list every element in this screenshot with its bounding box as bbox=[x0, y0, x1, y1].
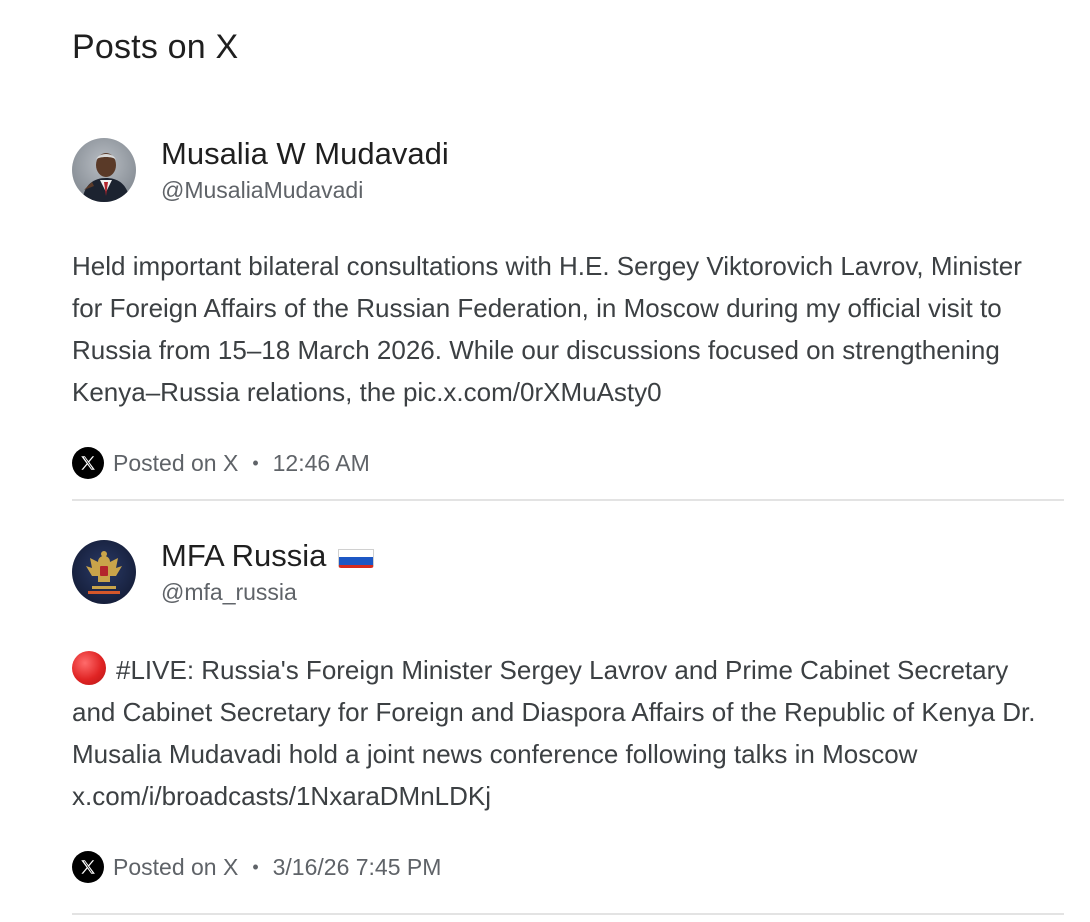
post-card[interactable]: Musalia W Mudavadi @MusaliaMudavadi Held… bbox=[72, 135, 1064, 480]
post-source: Posted on X bbox=[113, 853, 239, 880]
post-header: MFA Russia @mfa_russia bbox=[72, 537, 1064, 607]
post-header: Musalia W Mudavadi @MusaliaMudavadi bbox=[72, 135, 1064, 205]
coat-of-arms-avatar[interactable] bbox=[72, 540, 136, 604]
post-time[interactable]: 12:46 AM bbox=[273, 450, 370, 477]
post-meta: Posted on X • 3/16/26 7:45 PM bbox=[72, 850, 1064, 884]
red-circle-icon bbox=[72, 651, 106, 685]
x-logo-icon bbox=[72, 851, 104, 883]
post-divider bbox=[72, 913, 1064, 915]
post-time[interactable]: 3/16/26 7:45 PM bbox=[273, 854, 442, 881]
post-text-content: #LIVE: Russia's Foreign Minister Sergey … bbox=[72, 655, 1036, 811]
meta-separator: • bbox=[252, 856, 259, 877]
author-name-text: MFA Russia bbox=[161, 538, 327, 573]
author-name[interactable]: Musalia W Mudavadi bbox=[161, 135, 449, 173]
x-logo-icon bbox=[72, 447, 104, 479]
author-name[interactable]: MFA Russia bbox=[161, 537, 375, 575]
author-handle[interactable]: @MusaliaMudavadi bbox=[161, 175, 449, 205]
post-meta: Posted on X • 12:46 AM bbox=[72, 446, 1064, 480]
post-divider bbox=[72, 499, 1064, 501]
section-title: Posts on X bbox=[72, 28, 239, 66]
russia-flag-icon bbox=[338, 544, 375, 568]
post-source: Posted on X bbox=[113, 449, 239, 476]
author-handle[interactable]: @mfa_russia bbox=[161, 577, 374, 607]
post-text: Held important bilateral consultations w… bbox=[72, 251, 1022, 407]
meta-separator: • bbox=[252, 452, 259, 473]
post-text: #LIVE: Russia's Foreign Minister Sergey … bbox=[72, 649, 1052, 817]
author-name-text: Musalia W Mudavadi bbox=[161, 136, 449, 171]
person-portrait-avatar[interactable] bbox=[72, 138, 136, 202]
post-card[interactable]: MFA Russia @mfa_russia #LIVE: Russia's F… bbox=[72, 537, 1064, 884]
